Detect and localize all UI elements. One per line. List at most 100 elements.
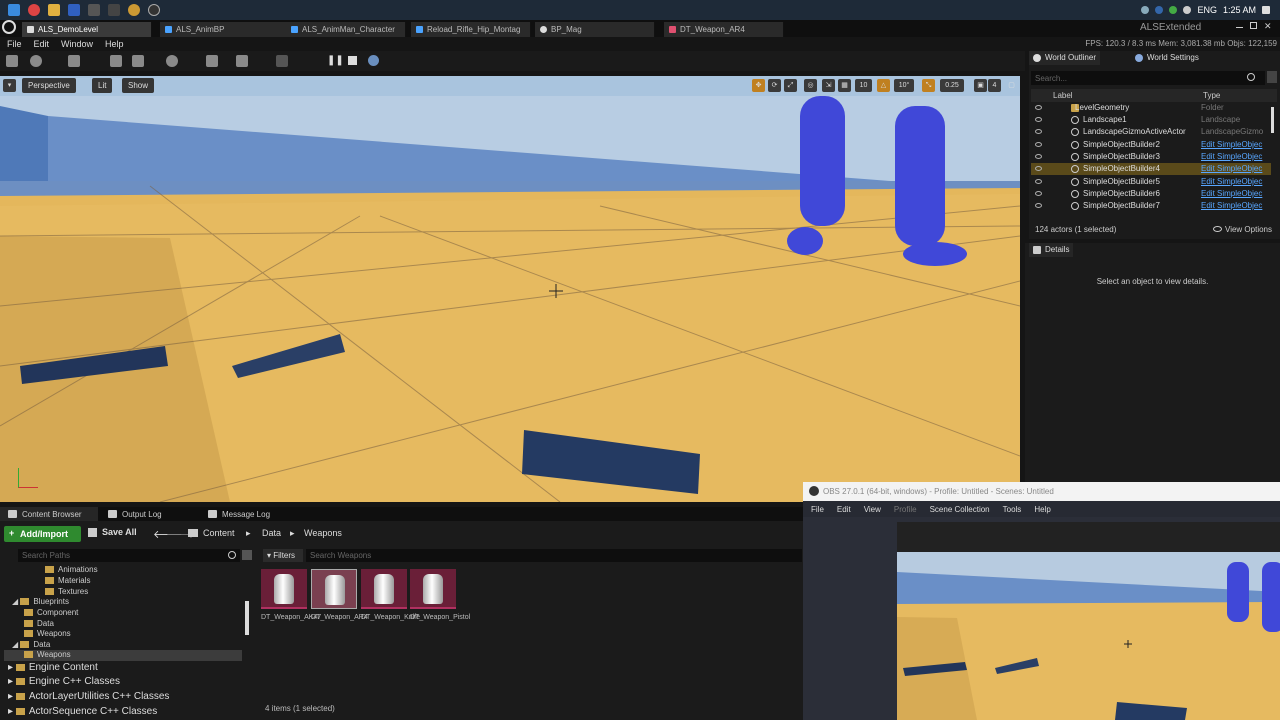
outliner-scrollbar[interactable] bbox=[1271, 107, 1274, 133]
doc-tab[interactable]: BP_Mag bbox=[535, 22, 655, 37]
visibility-icon[interactable] bbox=[1035, 191, 1042, 196]
eject-icon[interactable] bbox=[368, 55, 379, 66]
grid-snap-value[interactable]: 10 bbox=[855, 79, 872, 92]
visibility-icon[interactable] bbox=[1035, 179, 1042, 184]
visibility-icon[interactable] bbox=[1035, 166, 1042, 171]
minimize-icon[interactable] bbox=[1236, 27, 1243, 28]
outliner-filter-icon[interactable] bbox=[1267, 71, 1277, 83]
search-assets-input[interactable]: Search Weapons bbox=[306, 549, 802, 562]
rotation-snap-value[interactable]: 10° bbox=[894, 79, 914, 92]
outliner-row[interactable]: SimpleObjectBuilder2 Edit SimpleObjec bbox=[1031, 139, 1271, 151]
chrome-icon[interactable] bbox=[128, 4, 140, 16]
tab-output-log[interactable]: Output Log bbox=[100, 507, 166, 521]
tree-item[interactable]: Weapons bbox=[24, 629, 71, 640]
edit-blueprint-link[interactable]: Edit SimpleObjec bbox=[1201, 152, 1269, 161]
tree-item[interactable]: ▸ ActorSequence C++ Classes bbox=[8, 706, 157, 717]
menu-window[interactable]: Window bbox=[61, 39, 93, 49]
camera-speed-value[interactable]: 4 bbox=[988, 79, 1001, 92]
tree-item[interactable]: ◢ Blueprints bbox=[12, 597, 69, 608]
surface-snap-icon[interactable]: ⇲ bbox=[822, 79, 835, 92]
windows-start-icon[interactable] bbox=[8, 4, 20, 16]
obs-preview[interactable] bbox=[897, 522, 1280, 720]
breadcrumb-weapons[interactable]: Weapons bbox=[304, 528, 342, 538]
search-icon[interactable] bbox=[228, 551, 236, 559]
edit-blueprint-link[interactable]: Edit SimpleObjec bbox=[1201, 189, 1269, 198]
level-viewport[interactable]: ▾ Perspective Lit Show ✥ ⟳ ⤢ ◎ ⇲ ▦ 10 △ … bbox=[0, 76, 1020, 502]
outliner-row[interactable]: LevelGeometry Folder bbox=[1031, 102, 1271, 114]
lit-button[interactable]: Lit bbox=[92, 78, 113, 93]
menu-file[interactable]: File bbox=[7, 39, 22, 49]
obs-icon[interactable] bbox=[148, 4, 160, 16]
tree-item-selected[interactable]: Weapons bbox=[4, 650, 242, 661]
camera-speed-icon[interactable]: ▣ bbox=[974, 79, 987, 92]
outliner-row[interactable]: SimpleObjectBuilder7 Edit SimpleObjec bbox=[1031, 200, 1271, 212]
scale-icon[interactable]: ⤢ bbox=[784, 79, 797, 92]
column-label-header[interactable]: Label bbox=[1053, 91, 1073, 100]
tree-item[interactable]: Component bbox=[24, 608, 78, 619]
tree-scrollbar[interactable] bbox=[245, 601, 249, 635]
column-type-header[interactable]: Type bbox=[1203, 91, 1220, 100]
obs-menu-view[interactable]: View bbox=[864, 505, 881, 517]
outliner-row-selected[interactable]: SimpleObjectBuilder4 Edit SimpleObjec bbox=[1031, 163, 1271, 175]
outliner-row[interactable]: LandscapeGizmoActiveActor LandscapeGizmo bbox=[1031, 126, 1271, 138]
asset-tile[interactable]: DT_Weapon_Knife bbox=[361, 569, 420, 622]
rotate-icon[interactable]: ⟳ bbox=[768, 79, 781, 92]
visibility-icon[interactable] bbox=[1035, 142, 1042, 147]
visibility-icon[interactable] bbox=[1035, 105, 1042, 110]
outliner-row[interactable]: SimpleObjectBuilder5 Edit SimpleObjec bbox=[1031, 176, 1271, 188]
visibility-icon[interactable] bbox=[1035, 117, 1042, 122]
expand-arrow-icon[interactable]: ◢ bbox=[12, 597, 20, 606]
tab-content-browser[interactable]: Content Browser bbox=[0, 507, 98, 521]
viewport-options-icon[interactable]: ▾ bbox=[3, 79, 16, 92]
expand-arrow-icon[interactable]: ▸ bbox=[8, 706, 16, 717]
build-icon[interactable] bbox=[276, 55, 288, 67]
file-explorer-icon[interactable] bbox=[48, 4, 60, 16]
tab-message-log[interactable]: Message Log bbox=[200, 507, 274, 521]
obs-menu-edit[interactable]: Edit bbox=[837, 505, 851, 517]
tray-icon[interactable] bbox=[1169, 6, 1178, 14]
scale-snap-value[interactable]: 0.25 bbox=[940, 79, 964, 92]
perspective-button[interactable]: Perspective bbox=[22, 78, 76, 93]
content-icon[interactable] bbox=[110, 55, 122, 67]
blueprints-icon[interactable] bbox=[206, 55, 218, 67]
tray-language[interactable]: ENG bbox=[1197, 5, 1217, 15]
view-options-icon[interactable] bbox=[242, 550, 252, 560]
maximize-icon[interactable] bbox=[1250, 22, 1257, 29]
doc-tab[interactable]: ALS_AnimMan_Character bbox=[286, 22, 406, 37]
tree-item[interactable]: Materials bbox=[45, 576, 90, 587]
tab-world-outliner[interactable]: World Outliner bbox=[1029, 51, 1100, 65]
tab-details[interactable]: Details bbox=[1029, 243, 1074, 257]
close-icon[interactable]: ✕ bbox=[1264, 21, 1272, 32]
expand-arrow-icon[interactable]: ▸ bbox=[8, 662, 16, 673]
save-icon[interactable] bbox=[6, 55, 18, 67]
outliner-row[interactable]: Landscape1 Landscape bbox=[1031, 114, 1271, 126]
visibility-icon[interactable] bbox=[1035, 154, 1042, 159]
doc-tab[interactable]: ALS_AnimBP bbox=[160, 22, 290, 37]
save-all-button[interactable]: Save All bbox=[88, 527, 137, 537]
obs-menu-scene-collection[interactable]: Scene Collection bbox=[930, 505, 990, 517]
tray-clock[interactable]: 1:25 AM bbox=[1223, 5, 1256, 15]
maximize-viewport-icon[interactable]: ▢ bbox=[1005, 79, 1018, 92]
menu-edit[interactable]: Edit bbox=[34, 39, 50, 49]
view-options-button[interactable]: View Options bbox=[1213, 225, 1272, 234]
pause-icon[interactable]: ❚❚ bbox=[327, 55, 344, 66]
edit-blueprint-link[interactable]: Edit SimpleObjec bbox=[1201, 164, 1269, 173]
doc-tab[interactable]: ALS_DemoLevel bbox=[22, 22, 152, 37]
expand-arrow-icon[interactable]: ▸ bbox=[8, 691, 16, 702]
source-control-icon[interactable] bbox=[30, 55, 42, 67]
stop-icon[interactable] bbox=[348, 56, 357, 65]
tree-item[interactable]: Animations bbox=[45, 565, 98, 576]
search-icon[interactable] bbox=[1247, 73, 1255, 81]
doc-tab[interactable]: Reload_Rifle_Hip_Montag bbox=[411, 22, 531, 37]
edit-blueprint-link[interactable]: Edit SimpleObjec bbox=[1201, 201, 1269, 210]
doc-tab[interactable]: DT_Weapon_AR4 bbox=[664, 22, 784, 37]
tree-item[interactable]: ▸ ActorLayerUtilities C++ Classes bbox=[8, 691, 169, 702]
settings-icon[interactable] bbox=[166, 55, 178, 67]
notifications-icon[interactable] bbox=[1262, 6, 1270, 14]
obs-menu-help[interactable]: Help bbox=[1034, 505, 1050, 517]
outliner-search-input[interactable]: Search... bbox=[1031, 71, 1265, 85]
tree-item[interactable]: ▸ Engine Content bbox=[8, 662, 98, 673]
cinematics-icon[interactable] bbox=[236, 55, 248, 67]
obs-menu-file[interactable]: File bbox=[811, 505, 824, 517]
edit-blueprint-link[interactable]: Edit SimpleObjec bbox=[1201, 177, 1269, 186]
